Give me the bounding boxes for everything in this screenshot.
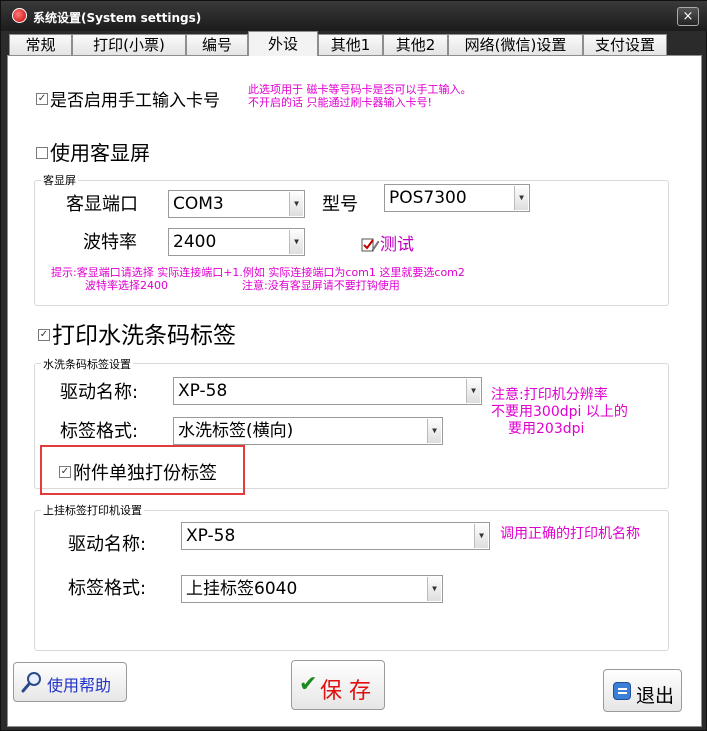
customer-display-label: 使用客显屏	[50, 141, 150, 165]
hang-format-combo[interactable]: 上挂标签6040 ▼	[181, 575, 443, 603]
test-label: 测试	[380, 235, 414, 255]
app-logo-icon	[12, 8, 27, 23]
test-button[interactable]: 测试	[360, 230, 414, 255]
exit-label: 退出	[636, 685, 675, 707]
manual-card-checkbox[interactable]: ✓ 是否启用手工输入卡号	[36, 86, 220, 111]
wash-note-2: 不要用300dpi 以上的	[491, 404, 628, 420]
magnifier-icon	[21, 672, 41, 693]
hang-driver-label: 驱动名称:	[68, 534, 147, 555]
wash-driver-value: XP-58	[178, 381, 228, 401]
dropdown-arrow-icon[interactable]: ▼	[427, 577, 441, 601]
model-label: 型号	[322, 194, 358, 215]
settings-window: 系统设置(System settings) × 常规 打印(小票) 编号 外设 …	[0, 0, 707, 731]
attachment-label: 附件单独打份标签	[73, 463, 217, 484]
tab-network-wechat[interactable]: 网络(微信)设置	[448, 34, 583, 55]
manual-card-note-1: 此选项用于 磁卡等号码卡是否可以手工输入。	[248, 83, 472, 96]
pencil-check-icon	[361, 238, 380, 252]
hang-label-group-title: 上挂标签打印机设置	[41, 502, 144, 518]
wash-note-3: 要用203dpi	[508, 421, 585, 437]
tab-other1[interactable]: 其他1	[318, 34, 383, 55]
tab-payment[interactable]: 支付设置	[583, 34, 667, 55]
tab-content-panel: ✓ 是否启用手工输入卡号 此选项用于 磁卡等号码卡是否可以手工输入。 不开启的话 …	[7, 55, 702, 727]
dropdown-arrow-icon[interactable]: ▼	[514, 186, 528, 210]
window-title: 系统设置(System settings)	[33, 11, 202, 25]
tab-strip: 常规 打印(小票) 编号 外设 其他1 其他2 网络(微信)设置 支付设置	[7, 31, 702, 56]
tab-other2[interactable]: 其他2	[383, 34, 448, 55]
wash-driver-label: 驱动名称:	[60, 382, 139, 403]
baud-value: 2400	[173, 232, 217, 252]
wash-label-label: 打印水洗条码标签	[52, 323, 236, 349]
wash-format-value: 水洗标签(横向)	[178, 421, 294, 441]
port-combo[interactable]: COM3 ▼	[168, 190, 305, 218]
model-combo[interactable]: POS7300 ▼	[384, 184, 530, 212]
model-value: POS7300	[389, 188, 467, 208]
dropdown-arrow-icon[interactable]: ▼	[289, 192, 303, 216]
tab-general[interactable]: 常规	[9, 34, 72, 55]
dropdown-arrow-icon[interactable]: ▼	[289, 230, 303, 254]
display-hint-2a: 波特率选择2400	[85, 279, 168, 292]
close-button[interactable]: ×	[677, 7, 699, 26]
port-value: COM3	[173, 194, 224, 214]
hang-driver-combo[interactable]: XP-58 ▼	[181, 522, 490, 550]
title-bar[interactable]: 系统设置(System settings) ×	[1, 1, 707, 31]
hang-driver-value: XP-58	[186, 526, 236, 546]
checkmark-icon: ✔	[299, 672, 318, 697]
tab-peripherals[interactable]: 外设	[248, 31, 318, 56]
wash-driver-combo[interactable]: XP-58 ▼	[173, 377, 482, 405]
display-hint-1: 提示:客显端口请选择 实际连接端口+1.例如 实际连接端口为com1 这里就要选…	[51, 266, 465, 279]
save-label: 保 存	[320, 679, 371, 704]
attachment-label-checkbox[interactable]: ✓ 附件单独打份标签	[59, 459, 217, 485]
save-button[interactable]: ✔ 保 存	[291, 660, 385, 710]
checkbox-icon: ✓	[36, 93, 48, 105]
wash-label-checkbox[interactable]: ✓ 打印水洗条码标签	[38, 316, 236, 350]
help-button[interactable]: 使用帮助	[13, 662, 127, 702]
port-label: 客显端口	[66, 194, 138, 215]
dropdown-arrow-icon[interactable]: ▼	[474, 524, 488, 548]
tab-numbering[interactable]: 编号	[186, 34, 248, 55]
dropdown-arrow-icon[interactable]: ▼	[427, 419, 441, 443]
help-label: 使用帮助	[47, 676, 112, 695]
wash-note-1: 注意:打印机分辨率	[491, 387, 608, 403]
hang-driver-note: 调用正确的打印机名称	[500, 526, 640, 542]
baud-label: 波特率	[83, 232, 137, 253]
hang-format-label: 标签格式:	[68, 578, 147, 599]
hang-format-value: 上挂标签6040	[186, 579, 298, 599]
display-hint-2b: 注意:没有客显屏请不要打钩使用	[242, 279, 400, 292]
wash-label-group-title: 水洗条码标签设置	[41, 356, 133, 372]
checkbox-icon: ✓	[59, 466, 71, 478]
exit-button[interactable]: 退出	[603, 669, 682, 712]
manual-card-label: 是否启用手工输入卡号	[50, 91, 220, 111]
wash-format-combo[interactable]: 水洗标签(横向) ▼	[173, 417, 443, 445]
close-icon: ×	[682, 9, 694, 24]
wash-format-label: 标签格式:	[60, 421, 139, 442]
customer-display-checkbox[interactable]: 使用客显屏	[36, 137, 150, 166]
tab-print-receipt[interactable]: 打印(小票)	[72, 34, 186, 55]
manual-card-note-2: 不开启的话 只能通过刷卡器输入卡号!	[248, 96, 432, 109]
customer-display-group-title: 客显屏	[41, 172, 78, 188]
baud-combo[interactable]: 2400 ▼	[168, 228, 305, 256]
exit-icon	[613, 682, 631, 700]
checkbox-icon: ✓	[38, 328, 50, 341]
dropdown-arrow-icon[interactable]: ▼	[466, 379, 480, 403]
checkbox-icon	[36, 146, 48, 159]
